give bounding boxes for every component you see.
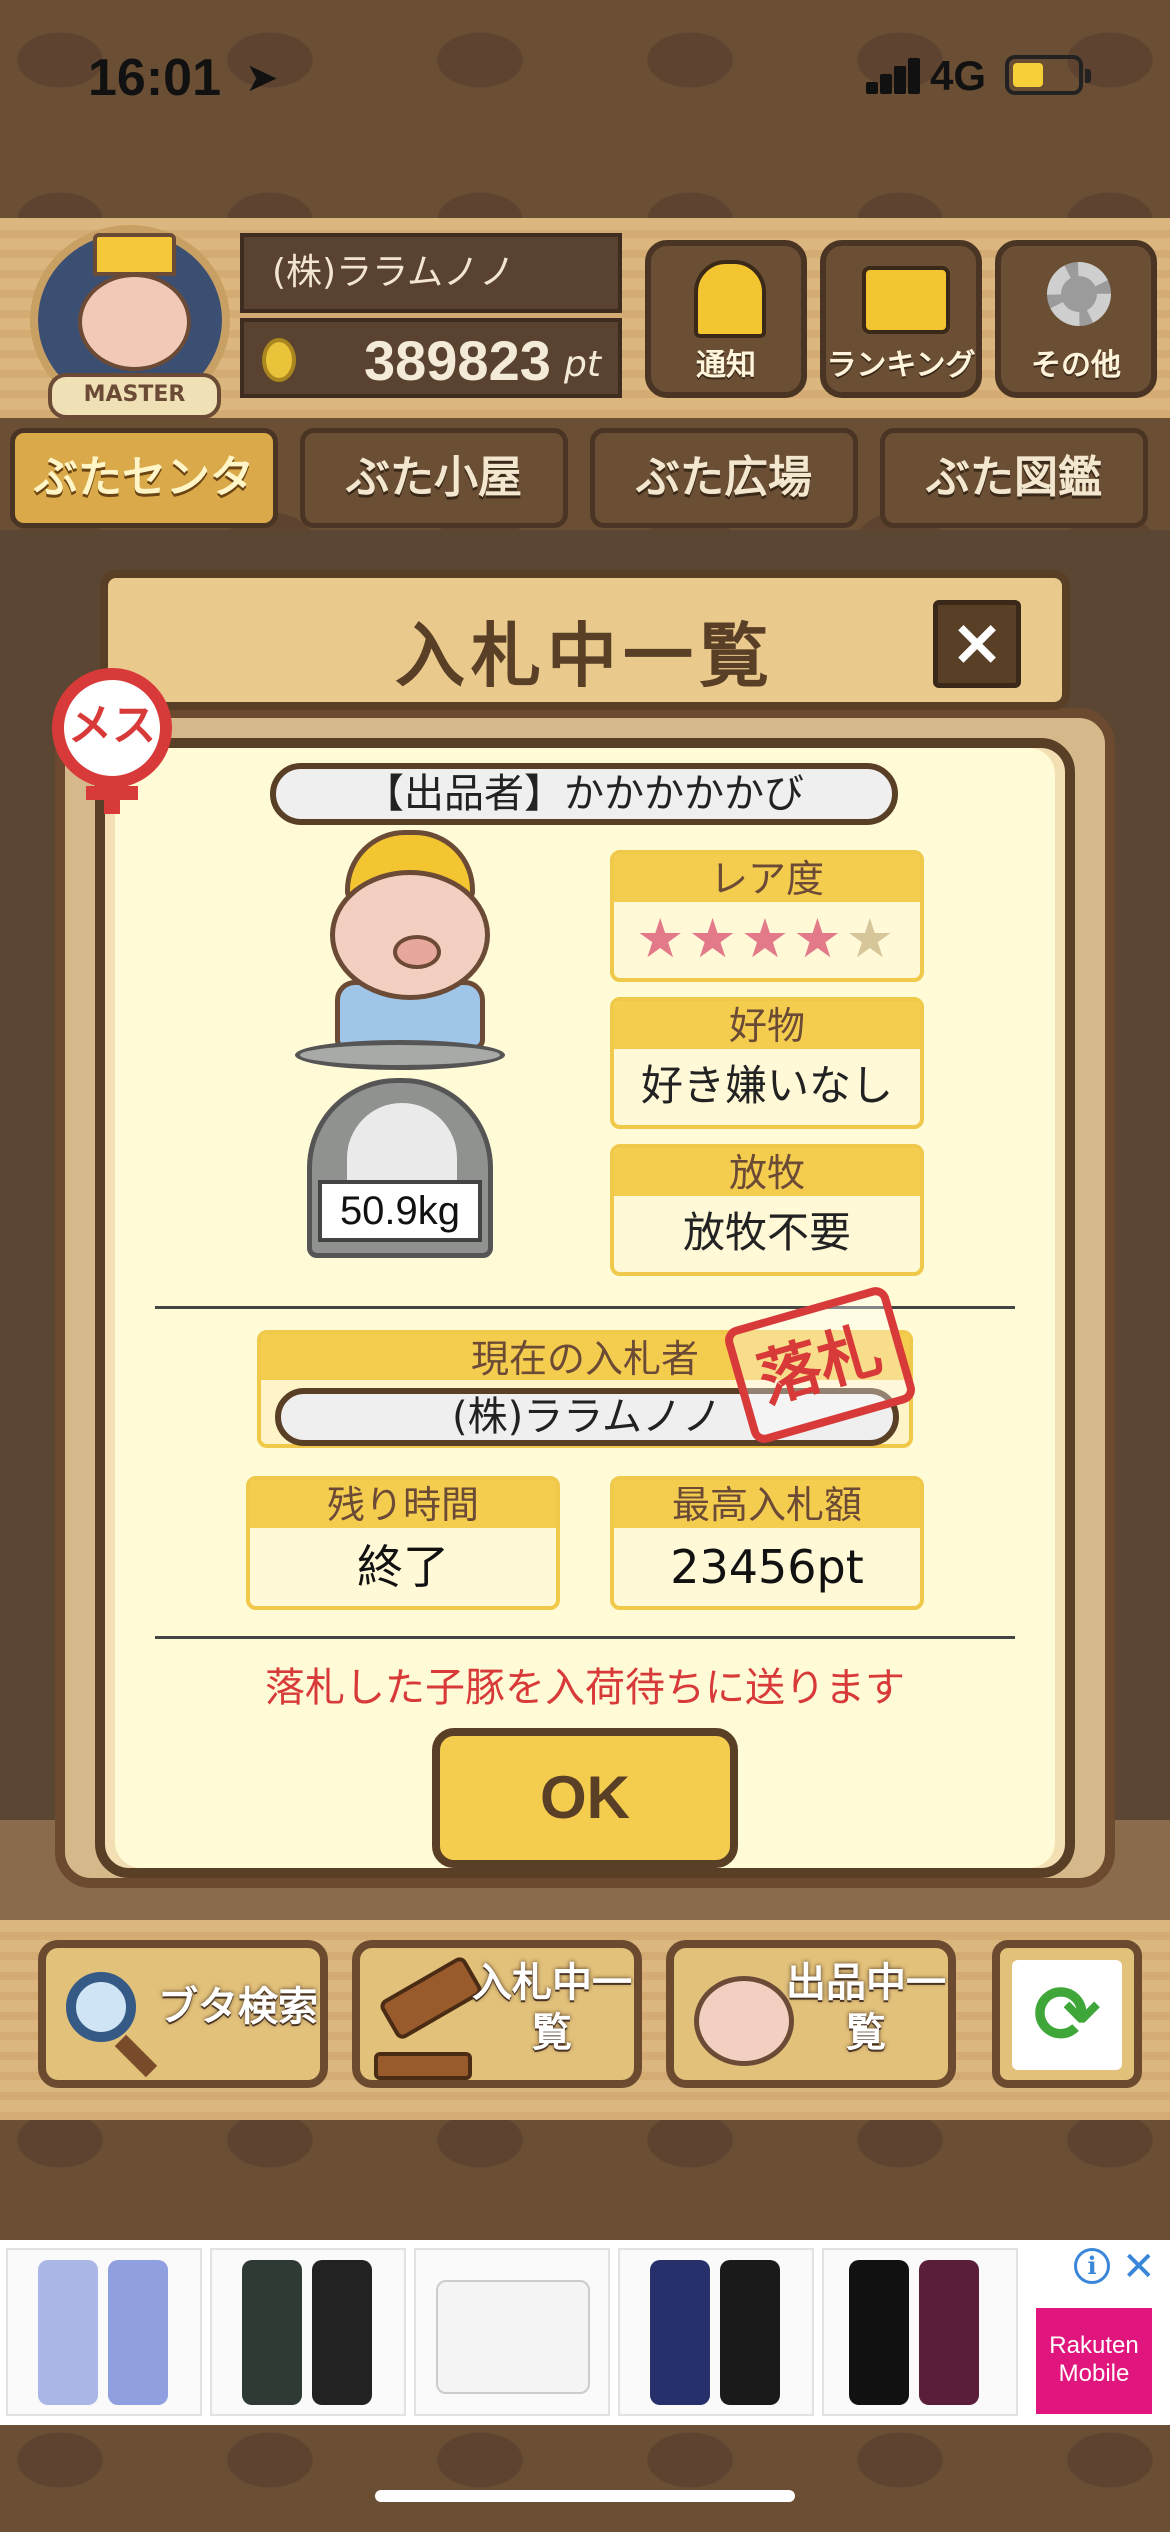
ad-info-icon[interactable]: i — [1074, 2248, 1110, 2284]
divider — [155, 1636, 1015, 1639]
seller-name: 【出品者】かかかかかび — [270, 763, 898, 825]
signal-icon — [866, 58, 920, 94]
bidding-list-label: 入札中一覧 — [472, 1960, 632, 2056]
star-icon: ★ — [793, 907, 846, 970]
favorite-value: 好き嫌いなし — [640, 1061, 893, 1110]
notification-button[interactable]: 通知 — [645, 240, 807, 398]
time-left-label: 残り時間 — [250, 1480, 556, 1528]
magnifier-icon — [66, 1972, 136, 2042]
weight-value: 50.9kg — [318, 1180, 482, 1242]
rarity-box: レア度 ★★★★★ — [610, 850, 924, 982]
rakuten-brand: Rakuten — [1049, 2332, 1139, 2359]
listing-list-button[interactable]: 出品中一覧 — [666, 1940, 956, 2088]
pig-face-icon — [694, 1976, 794, 2066]
ad-image-phone[interactable] — [822, 2248, 1018, 2416]
refresh-icon: ⟳ — [1012, 1960, 1122, 2070]
points-display: 389823 pt — [240, 318, 622, 398]
gavel-icon — [377, 1954, 485, 2042]
gear-icon — [1047, 262, 1111, 326]
rarity-label: レア度 — [614, 854, 920, 902]
time-left-value: 終了 — [357, 1540, 449, 1594]
network-type: 4G — [930, 52, 987, 99]
tab-buta-zukan[interactable]: ぶた図鑑 — [880, 428, 1148, 528]
status-bar: 16:01 ➤ 4G — [0, 0, 1170, 150]
master-ribbon: MASTER — [48, 373, 221, 419]
bidding-list-button[interactable]: 入札中一覧 — [352, 1940, 642, 2088]
master-badge[interactable]: MASTER — [30, 225, 230, 419]
ad-image-phone[interactable] — [618, 2248, 814, 2416]
ad-image-phone[interactable] — [210, 2248, 406, 2416]
piglet-image — [310, 830, 500, 1050]
pasture-box: 放牧 放牧不要 — [610, 1144, 924, 1276]
location-arrow-icon: ➤ — [245, 55, 279, 101]
rakuten-mobile-logo[interactable]: Rakuten Mobile — [1036, 2308, 1152, 2414]
points-value: 389823 — [364, 329, 551, 392]
female-badge: メス — [48, 668, 188, 814]
bell-icon — [694, 260, 766, 338]
star-icon: ★ — [688, 907, 741, 970]
star-icon: ★ — [740, 907, 794, 970]
ok-button[interactable]: OK — [432, 1728, 738, 1868]
close-button[interactable]: × — [933, 600, 1021, 688]
modal-titlebar: 入札中一覧 × — [100, 570, 1070, 710]
home-indicator[interactable] — [375, 2490, 795, 2502]
other-label: その他 — [1031, 348, 1121, 383]
highest-bid-label: 最高入札額 — [614, 1480, 920, 1528]
crown-icon — [862, 266, 950, 334]
notification-label: 通知 — [696, 348, 756, 383]
time-left-box: 残り時間 終了 — [246, 1476, 560, 1610]
pasture-value: 放牧不要 — [682, 1208, 851, 1257]
company-name: (株)ララムノノ — [240, 233, 622, 313]
modal-title: 入札中一覧 — [395, 615, 775, 697]
tab-buta-center[interactable]: ぶたセンター — [10, 428, 278, 593]
favorite-box: 好物 好き嫌いなし — [610, 997, 924, 1129]
ad-image-router[interactable] — [414, 2248, 610, 2416]
tab-buta-hiroba[interactable]: ぶた広場 — [590, 428, 858, 528]
pig-search-label: ブタ検索 — [158, 1984, 318, 2030]
pig-face-icon — [78, 273, 191, 371]
rakuten-mobile-label: Mobile — [1058, 2360, 1130, 2387]
crown-icon — [93, 233, 176, 276]
female-label: メス — [52, 668, 172, 788]
ad-image-phone[interactable] — [6, 2248, 202, 2416]
pig-search-button[interactable]: ブタ検索 — [38, 1940, 328, 2088]
tab-buta-koya[interactable]: ぶた小屋 — [300, 428, 568, 528]
refresh-button[interactable]: ⟳ — [992, 1940, 1142, 2088]
rarity-stars: ★★★★★ — [614, 902, 920, 976]
status-time: 16:01 — [88, 49, 221, 107]
points-unit: pt — [564, 344, 601, 385]
notice-text: 落札した子豚を入荷待ちに送ります — [265, 1665, 905, 1711]
battery-icon — [1005, 55, 1091, 95]
ranking-label: ランキング — [826, 348, 976, 383]
star-icon: ★ — [635, 907, 689, 970]
coin-icon — [262, 338, 296, 382]
star-empty-icon: ★ — [845, 907, 899, 970]
highest-bid-box: 最高入札額 23456pt — [610, 1476, 924, 1610]
ranking-button[interactable]: ランキング — [820, 240, 982, 398]
ad-banner[interactable]: i ✕ Rakuten Mobile — [0, 2240, 1170, 2425]
listing-list-label: 出品中一覧 — [786, 1960, 946, 2056]
pasture-label: 放牧 — [614, 1148, 920, 1196]
favorite-label: 好物 — [614, 1001, 920, 1049]
highest-bid-value: 23456pt — [670, 1540, 864, 1594]
other-button[interactable]: その他 — [995, 240, 1157, 398]
ad-close-icon[interactable]: ✕ — [1122, 2244, 1156, 2290]
